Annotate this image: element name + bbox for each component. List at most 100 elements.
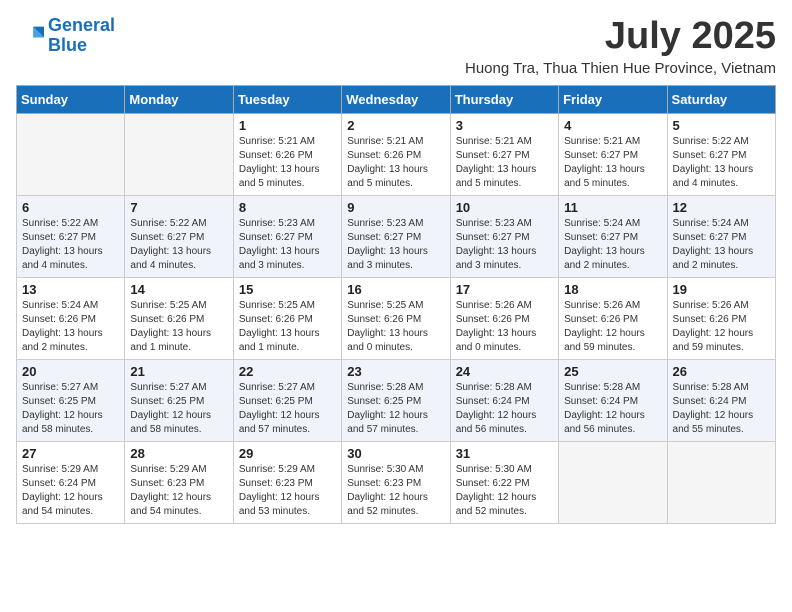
calendar-cell (559, 441, 667, 523)
calendar-cell: 20 Sunrise: 5:27 AMSunset: 6:25 PMDayligh… (17, 359, 125, 441)
day-number: 31 (456, 446, 553, 461)
calendar-cell: 31Sunrise: 5:30 AMSunset: 6:22 PMDayligh… (450, 441, 558, 523)
calendar-cell: 14 Sunrise: 5:25 AMSunset: 6:26 PMDayligh… (125, 277, 233, 359)
day-info: Sunrise: 5:27 AMSunset: 6:25 PMDaylight:… (22, 381, 119, 437)
header-thursday: Thursday (450, 85, 558, 113)
day-number: 7 (130, 200, 227, 215)
day-info: Sunrise: 5:29 AMSunset: 6:23 PMDaylight:… (130, 463, 227, 519)
calendar-cell: 8 Sunrise: 5:23 AMSunset: 6:27 PMDaylight… (233, 195, 341, 277)
day-info: Sunrise: 5:21 AMSunset: 6:26 PMDaylight:… (239, 135, 336, 191)
day-number: 8 (239, 200, 336, 215)
day-number: 22 (239, 364, 336, 379)
header-saturday: Saturday (667, 85, 775, 113)
day-number: 9 (347, 200, 444, 215)
calendar-cell: 10Sunrise: 5:23 AMSunset: 6:27 PMDayligh… (450, 195, 558, 277)
day-number: 13 (22, 282, 119, 297)
calendar-cell: 26 Sunrise: 5:28 AMSunset: 6:24 PMDayligh… (667, 359, 775, 441)
calendar-cell: 5 Sunrise: 5:22 AMSunset: 6:27 PMDaylight… (667, 113, 775, 195)
day-number: 16 (347, 282, 444, 297)
day-info: Sunrise: 5:30 AMSunset: 6:23 PMDaylight:… (347, 463, 444, 519)
day-number: 6 (22, 200, 119, 215)
day-number: 2 (347, 118, 444, 133)
day-number: 15 (239, 282, 336, 297)
calendar-cell: 22 Sunrise: 5:27 AMSunset: 6:25 PMDayligh… (233, 359, 341, 441)
day-number: 28 (130, 446, 227, 461)
calendar-cell: 27Sunrise: 5:29 AMSunset: 6:24 PMDayligh… (17, 441, 125, 523)
day-info: Sunrise: 5:23 AMSunset: 6:27 PMDaylight:… (347, 217, 444, 273)
calendar-cell: 12Sunrise: 5:24 AMSunset: 6:27 PMDayligh… (667, 195, 775, 277)
day-info: Sunrise: 5:29 AMSunset: 6:23 PMDaylight:… (239, 463, 336, 519)
header-sunday: Sunday (17, 85, 125, 113)
day-number: 26 (673, 364, 770, 379)
day-info: Sunrise: 5:21 AMSunset: 6:27 PMDaylight:… (564, 135, 661, 191)
calendar-week-row: 6 Sunrise: 5:22 AMSunset: 6:27 PMDaylight… (17, 195, 776, 277)
calendar-week-row: 13 Sunrise: 5:24 AMSunset: 6:26 PMDayligh… (17, 277, 776, 359)
day-info: Sunrise: 5:26 AMSunset: 6:26 PMDaylight:… (456, 299, 553, 355)
calendar-table: SundayMondayTuesdayWednesdayThursdayFrid… (16, 85, 776, 524)
calendar-cell: 29 Sunrise: 5:29 AMSunset: 6:23 PMDayligh… (233, 441, 341, 523)
calendar-cell: 15Sunrise: 5:25 AMSunset: 6:26 PMDayligh… (233, 277, 341, 359)
logo: General Blue (16, 16, 115, 56)
day-number: 21 (130, 364, 227, 379)
calendar-cell: 3 Sunrise: 5:21 AMSunset: 6:27 PMDaylight… (450, 113, 558, 195)
day-number: 1 (239, 118, 336, 133)
day-number: 24 (456, 364, 553, 379)
day-info: Sunrise: 5:25 AMSunset: 6:26 PMDaylight:… (347, 299, 444, 355)
day-number: 23 (347, 364, 444, 379)
calendar-cell: 16 Sunrise: 5:25 AMSunset: 6:26 PMDayligh… (342, 277, 450, 359)
day-number: 29 (239, 446, 336, 461)
header-friday: Friday (559, 85, 667, 113)
day-info: Sunrise: 5:21 AMSunset: 6:26 PMDaylight:… (347, 135, 444, 191)
day-number: 11 (564, 200, 661, 215)
day-info: Sunrise: 5:23 AMSunset: 6:27 PMDaylight:… (239, 217, 336, 273)
calendar-cell: 18 Sunrise: 5:26 AMSunset: 6:26 PMDayligh… (559, 277, 667, 359)
calendar-header-row: SundayMondayTuesdayWednesdayThursdayFrid… (17, 85, 776, 113)
calendar-cell: 11 Sunrise: 5:24 AMSunset: 6:27 PMDayligh… (559, 195, 667, 277)
day-number: 14 (130, 282, 227, 297)
day-info: Sunrise: 5:27 AMSunset: 6:25 PMDaylight:… (130, 381, 227, 437)
calendar-cell (17, 113, 125, 195)
day-info: Sunrise: 5:24 AMSunset: 6:26 PMDaylight:… (22, 299, 119, 355)
calendar-cell: 4Sunrise: 5:21 AMSunset: 6:27 PMDaylight… (559, 113, 667, 195)
calendar-cell: 17Sunrise: 5:26 AMSunset: 6:26 PMDayligh… (450, 277, 558, 359)
day-number: 19 (673, 282, 770, 297)
calendar-cell: 23 Sunrise: 5:28 AMSunset: 6:25 PMDayligh… (342, 359, 450, 441)
calendar-week-row: 20 Sunrise: 5:27 AMSunset: 6:25 PMDayligh… (17, 359, 776, 441)
calendar-cell: 6 Sunrise: 5:22 AMSunset: 6:27 PMDaylight… (17, 195, 125, 277)
calendar-week-row: 1 Sunrise: 5:21 AMSunset: 6:26 PMDaylight… (17, 113, 776, 195)
day-info: Sunrise: 5:26 AMSunset: 6:26 PMDaylight:… (564, 299, 661, 355)
day-info: Sunrise: 5:28 AMSunset: 6:24 PMDaylight:… (673, 381, 770, 437)
day-number: 25 (564, 364, 661, 379)
day-number: 27 (22, 446, 119, 461)
header-tuesday: Tuesday (233, 85, 341, 113)
day-number: 18 (564, 282, 661, 297)
day-number: 20 (22, 364, 119, 379)
calendar-cell: 2 Sunrise: 5:21 AMSunset: 6:26 PMDaylight… (342, 113, 450, 195)
day-info: Sunrise: 5:28 AMSunset: 6:25 PMDaylight:… (347, 381, 444, 437)
month-title: July 2025 (465, 16, 776, 58)
day-info: Sunrise: 5:24 AMSunset: 6:27 PMDaylight:… (564, 217, 661, 273)
day-info: Sunrise: 5:21 AMSunset: 6:27 PMDaylight:… (456, 135, 553, 191)
calendar-cell: 21 Sunrise: 5:27 AMSunset: 6:25 PMDayligh… (125, 359, 233, 441)
calendar-cell (125, 113, 233, 195)
day-info: Sunrise: 5:22 AMSunset: 6:27 PMDaylight:… (22, 217, 119, 273)
day-info: Sunrise: 5:24 AMSunset: 6:27 PMDaylight:… (673, 217, 770, 273)
day-info: Sunrise: 5:28 AMSunset: 6:24 PMDaylight:… (564, 381, 661, 437)
day-number: 5 (673, 118, 770, 133)
day-info: Sunrise: 5:25 AMSunset: 6:26 PMDaylight:… (130, 299, 227, 355)
header-wednesday: Wednesday (342, 85, 450, 113)
day-number: 3 (456, 118, 553, 133)
page-header: General Blue July 2025 Huong Tra, Thua T… (16, 16, 776, 77)
day-info: Sunrise: 5:27 AMSunset: 6:25 PMDaylight:… (239, 381, 336, 437)
day-info: Sunrise: 5:26 AMSunset: 6:26 PMDaylight:… (673, 299, 770, 355)
day-number: 10 (456, 200, 553, 215)
calendar-cell: 13 Sunrise: 5:24 AMSunset: 6:26 PMDayligh… (17, 277, 125, 359)
logo-text: General Blue (48, 16, 115, 56)
calendar-cell: 1 Sunrise: 5:21 AMSunset: 6:26 PMDaylight… (233, 113, 341, 195)
calendar-cell: 19 Sunrise: 5:26 AMSunset: 6:26 PMDayligh… (667, 277, 775, 359)
day-info: Sunrise: 5:22 AMSunset: 6:27 PMDaylight:… (673, 135, 770, 191)
calendar-cell: 24Sunrise: 5:28 AMSunset: 6:24 PMDayligh… (450, 359, 558, 441)
calendar-cell: 28 Sunrise: 5:29 AMSunset: 6:23 PMDayligh… (125, 441, 233, 523)
title-section: July 2025 Huong Tra, Thua Thien Hue Prov… (465, 16, 776, 77)
calendar-cell: 30Sunrise: 5:30 AMSunset: 6:23 PMDayligh… (342, 441, 450, 523)
